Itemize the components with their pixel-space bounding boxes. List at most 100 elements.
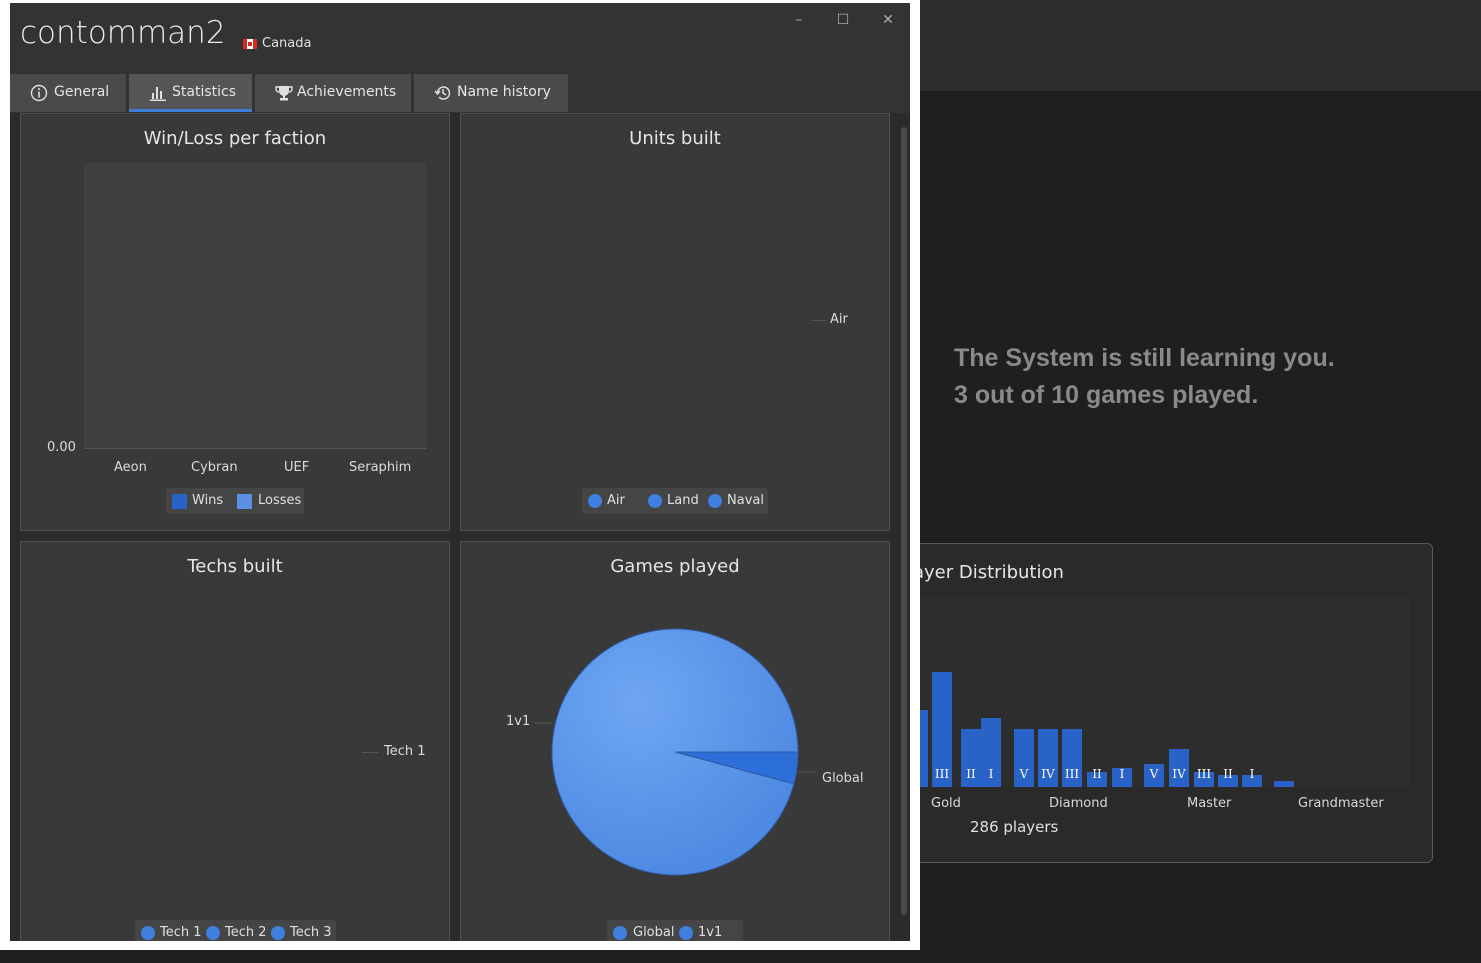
land-legend-label: Land <box>667 493 699 508</box>
learning-message: The System is still learning you. 3 out … <box>954 340 1335 414</box>
pie-slice-1v1 <box>551 628 799 876</box>
tab-statistics-label: Statistics <box>172 84 236 100</box>
distribution-bar-label: II <box>1223 767 1233 781</box>
tech3-legend-label: Tech 3 <box>290 925 332 940</box>
games-played-title: Games played <box>610 556 740 577</box>
tab-bar: General Statistics Achievements Name his… <box>10 74 910 113</box>
winloss-chart-title: Win/Loss per faction <box>143 128 327 149</box>
air-legend-label: Air <box>607 493 625 508</box>
learning-message-line1: The System is still learning you. <box>954 344 1335 372</box>
winloss-x-tick-aeon: Aeon <box>114 460 147 475</box>
distribution-bar: III <box>932 672 952 787</box>
distribution-bar-label: V <box>1149 767 1159 781</box>
distribution-bar: IV <box>1169 749 1189 787</box>
bar-chart-icon <box>150 87 166 101</box>
country-label: Canada <box>262 36 312 51</box>
distribution-bar-label: I <box>988 767 994 781</box>
global-legend-dot <box>613 926 627 940</box>
tech1-slice-label: Tech 1 <box>384 744 426 759</box>
distribution-bar-label: II <box>1092 767 1102 781</box>
maximize-button[interactable]: ☐ <box>829 9 857 31</box>
tech3-legend-dot <box>271 926 285 940</box>
tab-achievements[interactable]: Achievements <box>255 74 411 112</box>
units-built-card: Units built Air Air Land Naval <box>460 113 890 531</box>
naval-legend-label: Naval <box>727 493 764 508</box>
distribution-bar-label: IV <box>1041 767 1055 781</box>
oneVone-legend-dot <box>679 926 693 940</box>
player-distribution-chart: III II I V IV III II I V IV III II I <box>920 597 1410 787</box>
distribution-bar: II <box>1087 767 1107 787</box>
window-body: contomman2 Canada – ☐ ✕ General Statisti… <box>10 3 910 941</box>
canada-flag-icon <box>243 39 257 49</box>
learning-message-line2: 3 out of 10 games played. <box>954 381 1259 409</box>
distribution-bar: III <box>1062 729 1082 787</box>
losses-legend-swatch <box>237 494 252 509</box>
distribution-bar-label: I <box>1119 767 1125 781</box>
distribution-bar: IV <box>1038 729 1058 787</box>
distribution-bar-label: III <box>1196 767 1212 781</box>
wins-legend-swatch <box>172 494 187 509</box>
tech1-legend-dot <box>141 926 155 940</box>
games-played-card: Games played 1v1 Global Global 1v1 <box>460 541 890 941</box>
close-button[interactable]: ✕ <box>874 9 902 31</box>
minimize-button[interactable]: – <box>785 9 813 31</box>
distribution-bar-label: III <box>934 767 950 781</box>
air-slice-leader <box>811 320 827 321</box>
distribution-bar-label: I <box>1249 767 1255 781</box>
air-legend-dot <box>588 494 602 508</box>
distribution-bar: II <box>961 729 981 787</box>
player-count: 286 players <box>970 818 1059 836</box>
vertical-scrollbar[interactable] <box>901 127 907 915</box>
player-name: contomman2 <box>20 15 226 51</box>
tech1-slice-leader <box>362 752 378 753</box>
background-header <box>920 0 1481 91</box>
history-icon <box>434 86 451 100</box>
techs-built-title: Techs built <box>187 556 283 577</box>
units-built-title: Units built <box>629 128 721 149</box>
league-label-diamond: Diamond <box>1049 796 1108 811</box>
units-built-legend: Air Land Naval <box>582 488 768 514</box>
techs-built-legend: Tech 1 Tech 2 Tech 3 <box>135 920 336 941</box>
winloss-x-tick-cybran: Cybran <box>191 460 238 475</box>
oneVone-slice-label: 1v1 <box>506 714 531 729</box>
tech2-legend-label: Tech 2 <box>225 925 267 940</box>
air-slice-label: Air <box>830 312 848 327</box>
distribution-bar-label: IV <box>1172 767 1186 781</box>
games-played-pie <box>534 628 816 876</box>
winloss-chart-card: Win/Loss per faction 0.00 Aeon Cybran UE… <box>20 113 450 531</box>
league-label-grandmaster: Grandmaster <box>1298 796 1384 811</box>
naval-legend-dot <box>708 494 722 508</box>
league-label-master: Master <box>1187 796 1232 811</box>
land-legend-dot <box>648 494 662 508</box>
info-icon <box>30 84 48 102</box>
distribution-bar: I <box>1112 767 1132 787</box>
techs-built-card: Techs built Tech 1 Tech 1 Tech 2 Tech 3 <box>20 541 450 941</box>
winloss-y-tick: 0.00 <box>47 440 76 455</box>
global-slice-label: Global <box>822 771 864 786</box>
winloss-x-tick-uef: UEF <box>284 460 310 475</box>
distribution-bar: V <box>1014 729 1034 787</box>
statistics-content: Win/Loss per faction 0.00 Aeon Cybran UE… <box>10 113 910 941</box>
distribution-bar-label: III <box>1064 767 1080 781</box>
distribution-bar <box>920 710 928 787</box>
tab-general[interactable]: General <box>10 74 126 112</box>
global-legend-label: Global <box>633 925 675 940</box>
league-label-gold: Gold <box>931 796 961 811</box>
distribution-bar <box>1274 781 1294 787</box>
distribution-bar: V <box>1144 764 1164 787</box>
tab-name-history[interactable]: Name history <box>414 74 568 112</box>
games-played-legend: Global 1v1 <box>607 920 743 941</box>
distribution-bar: II <box>1218 767 1238 787</box>
distribution-bar: I <box>1242 767 1262 787</box>
tab-general-label: General <box>54 84 110 100</box>
trophy-icon <box>275 86 293 101</box>
winloss-plot-area <box>84 163 426 449</box>
winloss-legend: Wins Losses <box>166 488 304 514</box>
player-info-window: contomman2 Canada – ☐ ✕ General Statisti… <box>0 0 920 950</box>
wins-legend-label: Wins <box>192 493 224 508</box>
tab-statistics[interactable]: Statistics <box>129 74 252 112</box>
winloss-x-tick-seraphim: Seraphim <box>349 460 412 475</box>
tab-achievements-label: Achievements <box>297 84 397 100</box>
distribution-bar-label: V <box>1019 767 1029 781</box>
distribution-bar-label: II <box>966 767 976 781</box>
